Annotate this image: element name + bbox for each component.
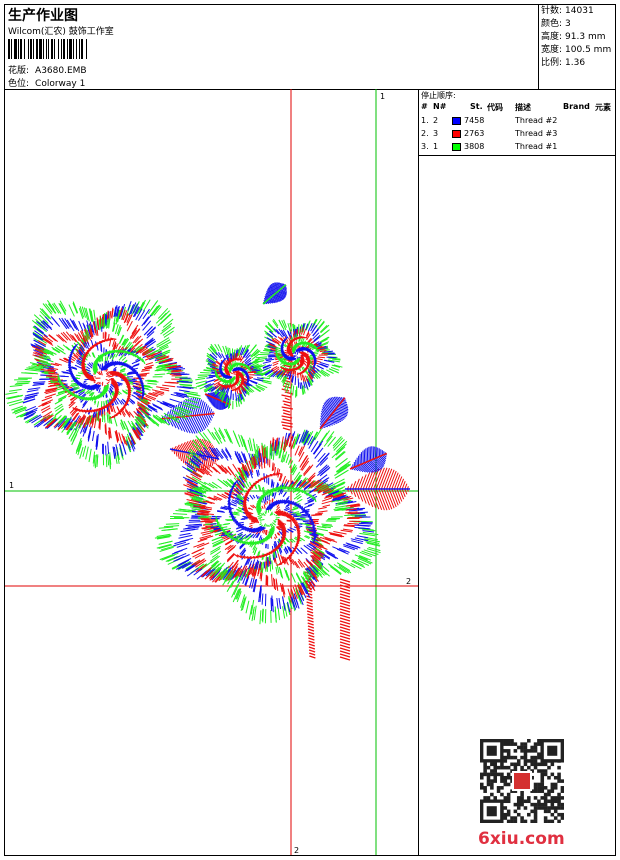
row-code: 3808 (464, 142, 485, 151)
design-label: 花版: (8, 66, 30, 76)
stat-scale: 比例: 1.36 (539, 57, 616, 70)
color-swatch (452, 130, 461, 138)
col-num: # (421, 102, 428, 111)
stat-width: 宽度: 100.5 mm (539, 44, 616, 57)
col-code: 代码 (487, 103, 503, 112)
guide-label-green-v: 1 (380, 92, 385, 101)
header: 生产作业图 Wilcom(汇农) 鼓饰工作室 花版: A3680.EMB 色位: C… (5, 5, 615, 90)
sheet-title: 生产作业图 (8, 8, 78, 24)
color-swatch (452, 143, 461, 151)
col-elem: 元素 (595, 103, 611, 112)
table-header: # N# St. 代码 描述 Brand 元素 (421, 102, 613, 114)
embroidery-preview: 1 1 2 2 (5, 89, 418, 855)
row-n: 2 (433, 116, 439, 125)
stat-label: 颜色: (541, 19, 563, 29)
stat-value: 3 (565, 19, 571, 29)
table-row: 2. 3 2763 Thread #3 (421, 128, 611, 140)
stat-value: 100.5 mm (565, 45, 612, 55)
guide-label-green-h: 1 (9, 481, 14, 490)
row-n: 1 (433, 142, 439, 151)
stat-value: 14031 (565, 6, 594, 16)
stat-label: 比例: (541, 58, 563, 68)
barcode (8, 39, 118, 59)
sidebar: 停止顺序: # N# St. 代码 描述 Brand 元素 1. 2 7458 … (418, 89, 616, 855)
flower-embroidery (5, 282, 410, 661)
row-desc: Thread #1 (515, 142, 558, 151)
colorway-label: 色位: (8, 79, 30, 89)
table-row: 3. 1 3808 Thread #1 (421, 141, 611, 153)
company-name: Wilcom(汇农) 鼓饰工作室 (8, 27, 114, 37)
row-num: 1. (421, 116, 429, 125)
stat-value: 91.3 mm (565, 32, 606, 42)
stat-label: 高度: (541, 32, 563, 42)
guide-label-red-v: 2 (294, 846, 299, 855)
colorway-value: Colorway 1 (35, 79, 86, 89)
stat-label: 宽度: (541, 45, 563, 55)
stat-value: 1.36 (565, 58, 586, 68)
design-value: A3680.EMB (35, 66, 87, 76)
row-n: 3 (433, 129, 439, 138)
col-brand: Brand (563, 102, 590, 111)
table-caption: 停止顺序: (421, 91, 456, 100)
stats-panel: 针数: 14031 颜色: 3 高度: 91.3 mm 宽度: 100.5 mm 比例:… (538, 5, 616, 89)
table-row: 1. 2 7458 Thread #2 (421, 115, 611, 127)
qr-code (480, 739, 564, 823)
stat-colors: 颜色: 3 (539, 18, 616, 31)
guide-label-red-h: 2 (406, 577, 411, 586)
stat-stitches: 针数: 14031 (539, 5, 616, 18)
stat-height: 高度: 91.3 mm (539, 31, 616, 44)
row-code: 7458 (464, 116, 485, 125)
col-st: St. (470, 102, 483, 111)
row-num: 3. (421, 142, 429, 151)
col-desc: 描述 (515, 103, 531, 112)
row-num: 2. (421, 129, 429, 138)
row-code: 2763 (464, 129, 485, 138)
row-desc: Thread #3 (515, 129, 558, 138)
col-n: N# (433, 102, 447, 111)
design-canvas: 1 1 2 2 (5, 89, 418, 855)
design-field: 花版: A3680.EMB (8, 63, 87, 76)
row-desc: Thread #2 (515, 116, 558, 125)
stop-sequence-table: 停止顺序: # N# St. 代码 描述 Brand 元素 1. 2 7458 … (419, 89, 616, 156)
production-sheet: 生产作业图 Wilcom(汇农) 鼓饰工作室 花版: A3680.EMB 色位: C… (4, 4, 616, 856)
color-swatch (452, 117, 461, 125)
stat-label: 针数: (541, 6, 563, 16)
watermark-logo: 6xiu.com (478, 829, 565, 849)
colorway-field: 色位: Colorway 1 (8, 76, 85, 89)
